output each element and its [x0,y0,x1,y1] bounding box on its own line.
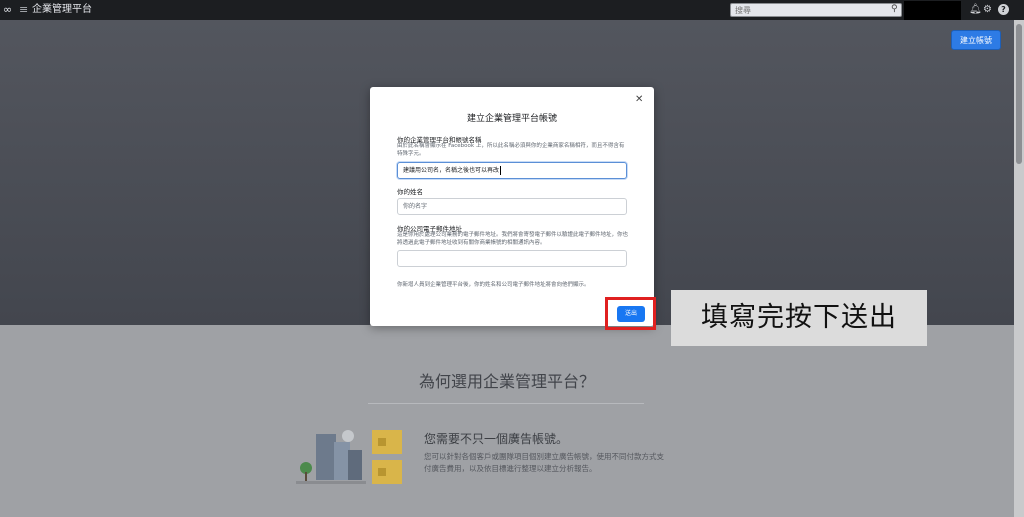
scrollbar-thumb[interactable] [1016,24,1022,164]
close-icon[interactable]: ✕ [635,94,643,105]
business-name-value: 建議用公司名，名稱之後也可以再改 [403,167,500,174]
gear-icon[interactable]: ⚙ [983,4,992,16]
work-email-field[interactable] [397,250,627,267]
help-icon[interactable]: ? [998,4,1009,15]
instruction-callout: 填寫完按下送出 [671,290,927,346]
office-buildings-illustration [296,430,402,484]
text-cursor [500,166,502,175]
your-name-label: 你的姓名 [397,188,423,196]
search-input[interactable] [730,3,902,17]
account-switcher[interactable] [904,1,961,20]
why-section [0,325,1014,517]
why-section-title: 為何選用企業管理平台？ [418,372,595,391]
app-title: 企業管理平台 [32,4,92,15]
privacy-note: 你新增人員到企業管理平台後，你的姓名和公司電子郵件地址將會向他們顯示。 [397,282,590,288]
your-name-field[interactable]: 你的名字 [397,198,627,215]
create-account-button[interactable]: 建立帳號 [951,30,1001,50]
search-icon[interactable]: ⚲ [891,4,898,14]
business-name-hint: 由於此名稱會顯示在 Facebook 上，所以此名稱必須與你的企業商家名稱相符，… [397,143,625,157]
section-divider [368,403,644,404]
feature-description: 您可以針對各個客戶或團隊項目個別建立廣告帳號，使用不同付款方式支付廣告費用，以及… [424,452,664,473]
dialog-title: 建立企業管理平台帳號 [466,114,557,124]
menu-icon[interactable]: ≡ [19,4,28,16]
business-name-field[interactable]: 建議用公司名，名稱之後也可以再改 [397,162,627,179]
work-email-hint: 這是你用於處理公司業務的電子郵件地址。我們將會寄發電子郵件以驗證此電子郵件地址，… [397,232,629,246]
submit-button[interactable]: 送出 [617,306,645,322]
feature-title: 您需要不只一個廣告帳號。 [424,432,569,446]
bell-icon[interactable]: 🔔︎ [969,4,982,16]
meta-logo-icon[interactable]: ∞ [3,4,12,16]
